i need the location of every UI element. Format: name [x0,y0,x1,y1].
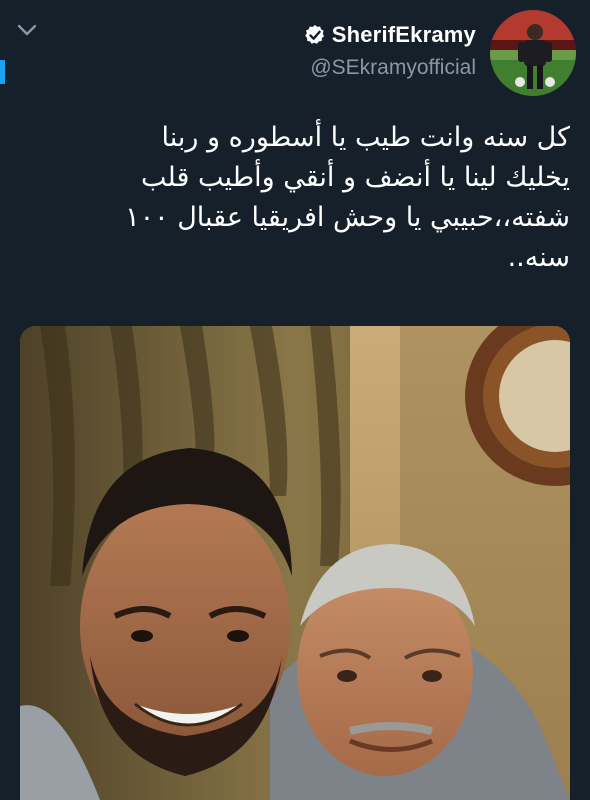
tweet-text-line: يخليك لينا يا أنضف و أنقي وأطيب قلب [141,162,570,193]
verified-badge-icon [304,25,324,44]
tweet-card: SherifEkramy @SEkramyofficial كل سنه وان… [0,0,590,800]
selfie-photo [20,326,570,800]
user-names: SherifEkramy @SEkramyofficial [304,22,476,80]
avatar[interactable] [490,10,576,96]
tweet-text-line: كل سنه وانت طيب يا أسطوره و ربنا [161,122,570,153]
tweet-photo[interactable] [20,326,570,800]
tweet-text-line: شفته،،حبيبي يا وحش افريقيا عقبال ١٠٠ [125,202,570,233]
user-handle[interactable]: @SEkramyofficial [304,56,476,80]
chevron-down-icon[interactable] [16,22,38,38]
tweet-text-line: سنه.. [507,242,570,273]
display-name[interactable]: SherifEkramy [332,22,476,48]
tweet-header: SherifEkramy @SEkramyofficial [304,10,576,96]
display-name-row[interactable]: SherifEkramy [304,22,476,48]
unread-indicator [0,60,5,84]
tweet-text: كل سنه وانت طيب يا أسطوره و ربنا يخليك ل… [30,118,570,278]
avatar-image [490,10,576,96]
